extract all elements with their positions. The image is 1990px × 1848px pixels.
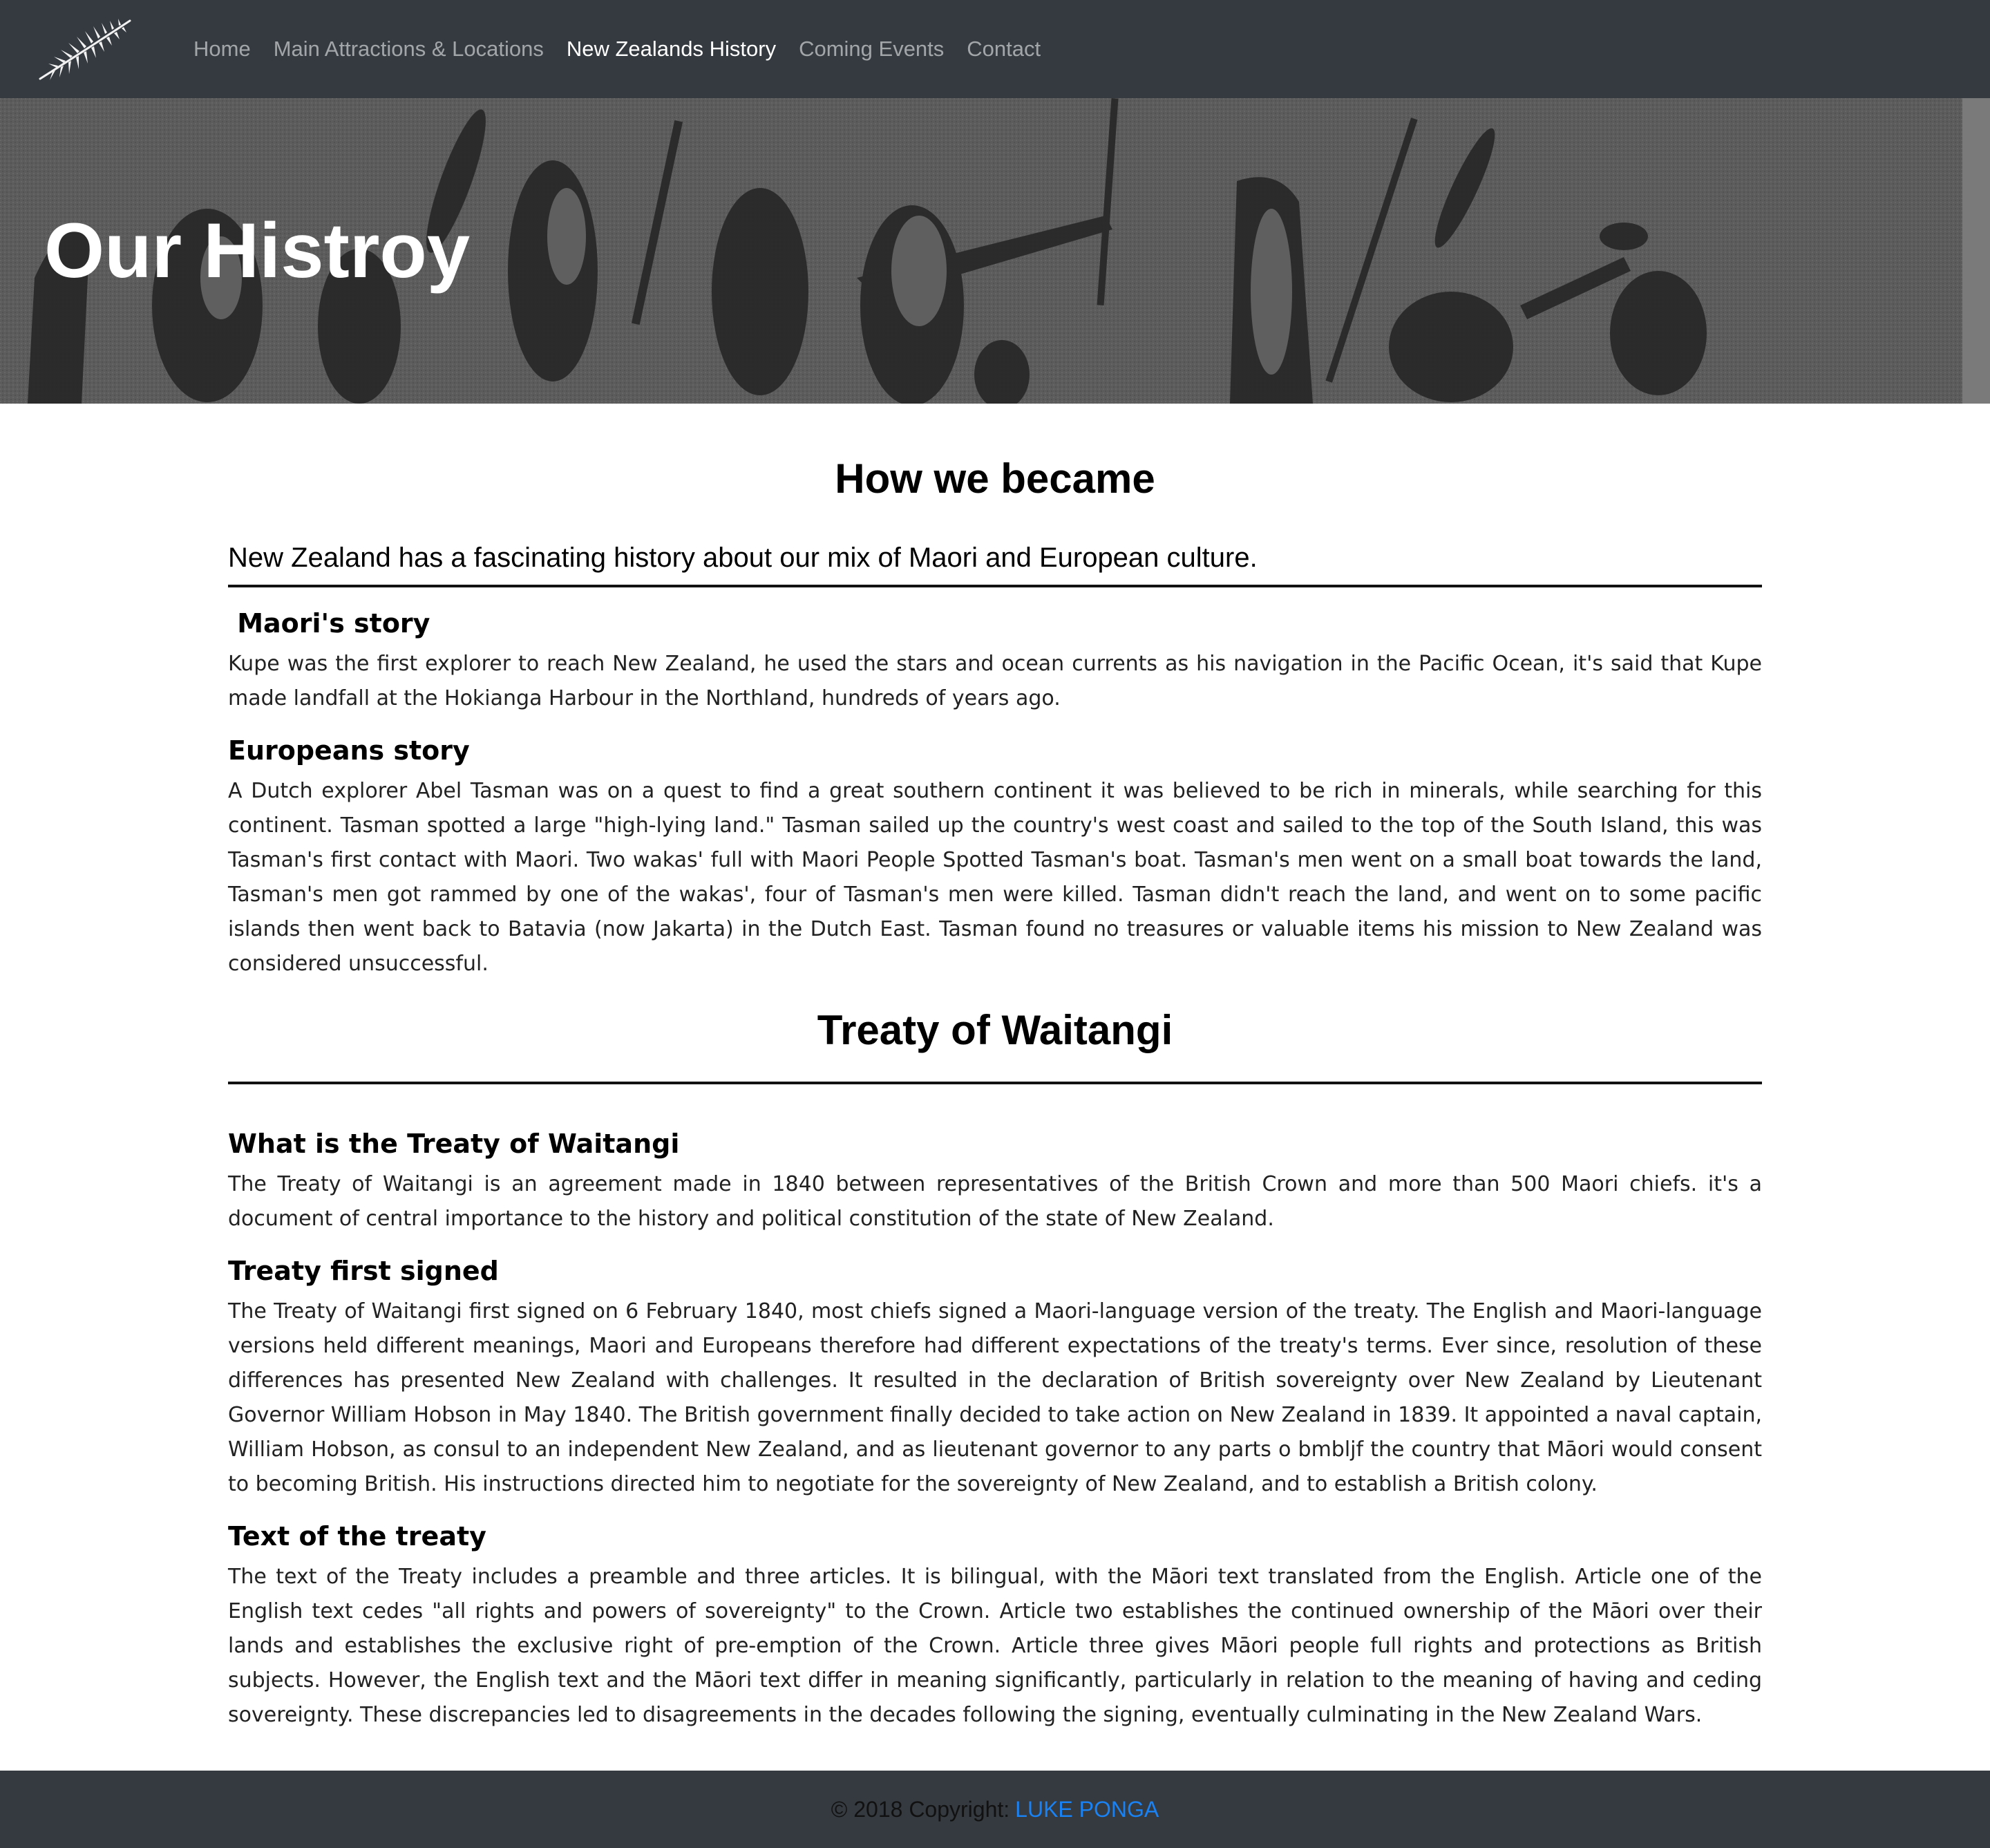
nav-contact[interactable]: Contact [967,37,1041,62]
silver-fern-icon[interactable] [36,15,140,84]
treaty-heading: Treaty of Waitangi [817,1007,1173,1053]
main-content: How we became New Zealand has a fascinat… [228,404,1762,1733]
divider [228,585,1762,587]
hero-banner: Our Histroy [0,98,1990,404]
maori-story-heading: Maori's story [228,608,430,639]
europeans-story-heading: Europeans story [228,735,470,766]
text-of-treaty-heading: Text of the treaty [228,1521,486,1552]
page-footer: © 2018 Copyright: LUKE PONGA [0,1771,1990,1848]
copyright-text: © 2018 Copyright: [831,1796,1010,1822]
nav-coming-events[interactable]: Coming Events [799,37,944,62]
author-link[interactable]: LUKE PONGA [1015,1797,1159,1822]
what-is-treaty-text: The Treaty of Waitangi is an agreement m… [228,1172,1762,1231]
divider [228,1082,1762,1084]
how-we-became-heading: How we became [835,455,1155,502]
treaty-first-signed-heading: Treaty first signed [228,1256,499,1286]
what-is-treaty-heading: What is the Treaty of Waitangi [228,1129,680,1159]
page-title: Our Histroy [44,207,471,294]
nav-history[interactable]: New Zealands History [567,37,776,62]
maori-story-text: Kupe was the first explorer to reach New… [228,652,1762,710]
treaty-first-signed-text: The Treaty of Waitangi first signed on 6… [228,1299,1762,1496]
text-of-treaty-text: The text of the Treaty includes a preamb… [228,1565,1762,1727]
intro-lead: New Zealand has a fascinating history ab… [228,543,1258,573]
top-navbar: Home Main Attractions & Locations New Ze… [0,0,1990,98]
nav-links: Home Main Attractions & Locations New Ze… [193,0,1063,98]
europeans-story-text: A Dutch explorer Abel Tasman was on a qu… [228,779,1762,976]
nav-home[interactable]: Home [193,37,251,62]
nav-main-attractions[interactable]: Main Attractions & Locations [274,37,544,62]
